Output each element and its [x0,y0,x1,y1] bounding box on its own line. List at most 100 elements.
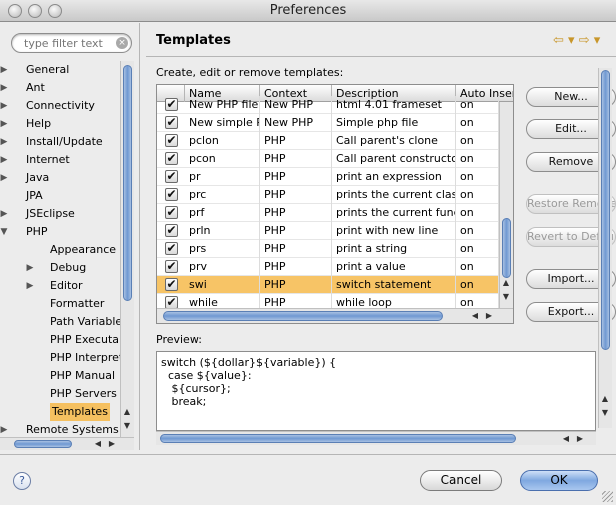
tree-item-appearance[interactable]: Appearance [0,241,120,259]
disclosure-collapsed-icon[interactable]: ▶ [0,169,9,187]
disclosure-collapsed-icon[interactable]: ▶ [0,79,9,97]
table-scroll-left-arrow-icon[interactable]: ◀ [469,311,481,320]
tree-item-connectivity[interactable]: ▶ Connectivity [0,97,120,115]
scroll-right-arrow-icon[interactable]: ▶ [106,439,118,448]
clear-filter-icon[interactable]: × [116,37,128,49]
enabled-checkbox[interactable]: ✔ [165,98,178,111]
cell-auto: on [456,204,499,222]
filter-field[interactable]: × [11,33,132,53]
ok-button[interactable]: OK [520,470,598,491]
tree-horizontal-scrollbar[interactable]: ◀ ▶ [0,437,134,450]
enabled-checkbox[interactable]: ✔ [165,260,178,273]
page-scroll-left-arrow-icon[interactable]: ◀ [560,434,572,443]
tree-item-ant[interactable]: ▶ Ant [0,79,120,97]
table-vertical-scrollbar[interactable]: ▲ ▼ [499,102,513,308]
tree-item-label: Help [26,117,52,130]
templates-table: Name Context Description Auto Inser ✔ New… [156,84,514,324]
tree-horizontal-scroll-thumb[interactable] [14,440,72,448]
table-row[interactable]: ✔ prf PHP prints the current func on [157,204,499,222]
tree-item-php-interpret[interactable]: PHP Interpret [0,349,120,367]
tree-item-internet[interactable]: ▶ Internet [0,151,120,169]
tree-item-php[interactable]: ▼ PHP [0,223,120,241]
tree-item-editor[interactable]: ▶ Editor [0,277,120,295]
disclosure-collapsed-icon[interactable]: ▶ [0,421,9,437]
tree-item-php-manual[interactable]: PHP Manual [0,367,120,385]
enabled-checkbox[interactable]: ✔ [165,152,178,165]
tree-vertical-scrollbar[interactable]: ▲ ▼ [120,61,134,437]
enabled-checkbox[interactable]: ✔ [165,188,178,201]
tree-item-debug[interactable]: ▶ Debug [0,259,120,277]
page-vertical-scroll-thumb[interactable] [601,70,610,350]
tree-item-jseclipse[interactable]: ▶ JSEclipse [0,205,120,223]
page-vertical-scrollbar[interactable]: ▲ ▼ [598,68,612,428]
page-scroll-up-arrow-icon[interactable]: ▲ [599,394,611,403]
page-scroll-right-arrow-icon[interactable]: ▶ [574,434,586,443]
disclosure-expanded-icon[interactable]: ▼ [0,223,9,241]
disclosure-collapsed-icon[interactable]: ▶ [0,115,9,133]
page-horizontal-scroll-thumb[interactable] [160,434,516,443]
tree-item-path-variable[interactable]: Path Variable [0,313,120,331]
cell-name: pcon [185,150,260,168]
tree-item-jpa[interactable]: JPA [0,187,120,205]
forward-arrow-icon[interactable]: ⇨ ▾ [579,33,601,48]
page-scroll-down-arrow-icon[interactable]: ▼ [599,408,611,417]
tree-item-help[interactable]: ▶ Help [0,115,120,133]
filter-input[interactable] [22,36,112,51]
enabled-checkbox[interactable]: ✔ [165,206,178,219]
tree-item-php-servers[interactable]: PHP Servers [0,385,120,403]
table-row[interactable]: ✔ pcon PHP Call parent constructo on [157,150,499,168]
resize-grip-icon[interactable] [602,491,613,502]
table-row[interactable]: ✔ swi PHP switch statement on [157,276,499,294]
tree-item-install-update[interactable]: ▶ Install/Update [0,133,120,151]
preview-text: switch (${dollar}${variable}) { case ${v… [161,356,337,408]
table-row[interactable]: ✔ pclon PHP Call parent's clone on [157,132,499,150]
table-row[interactable]: ✔ prs PHP print a string on [157,240,499,258]
enabled-checkbox[interactable]: ✔ [165,224,178,237]
back-arrow-icon[interactable]: ⇦ ▾ [553,33,575,48]
tree-item-remote-systems[interactable]: ▶ Remote Systems [0,421,120,437]
disclosure-collapsed-icon[interactable]: ▶ [0,205,9,223]
tree-item-general[interactable]: ▶ General [0,61,120,79]
table-row[interactable]: ✔ pr PHP print an expression on [157,168,499,186]
table-row[interactable]: ✔ prc PHP prints the current clas on [157,186,499,204]
cell-description: print a value [332,258,456,276]
enabled-checkbox[interactable]: ✔ [165,278,178,291]
table-row[interactable]: ✔ prln PHP print with new line on [157,222,499,240]
tree-vertical-scroll-thumb[interactable] [123,65,132,301]
tree-item-php-executab[interactable]: PHP Executab [0,331,120,349]
table-scroll-down-arrow-icon[interactable]: ▼ [500,292,512,301]
tree-item-java[interactable]: ▶ Java [0,169,120,187]
enabled-checkbox[interactable]: ✔ [165,170,178,183]
tree-item-templates[interactable]: Templates [0,403,120,421]
tree-item-formatter[interactable]: Formatter [0,295,120,313]
enabled-checkbox[interactable]: ✔ [165,116,178,129]
table-row[interactable]: ✔ prv PHP print a value on [157,258,499,276]
tree-item-label: Appearance [50,243,117,256]
disclosure-collapsed-icon[interactable]: ▶ [0,151,9,169]
table-row[interactable]: ✔ New simple PI New PHP Simple php file on [157,114,499,132]
scroll-up-arrow-icon[interactable]: ▲ [121,407,133,416]
tree-item-label: Connectivity [26,99,95,112]
table-horizontal-scroll-thumb[interactable] [163,311,443,321]
scroll-left-arrow-icon[interactable]: ◀ [92,439,104,448]
enabled-checkbox[interactable]: ✔ [165,242,178,255]
table-vertical-scroll-thumb[interactable] [502,218,511,278]
disclosure-collapsed-icon[interactable]: ▶ [25,277,35,295]
enabled-checkbox[interactable]: ✔ [165,134,178,147]
cell-context: PHP [260,258,332,276]
page-horizontal-scrollbar[interactable]: ◀ ▶ [156,431,596,445]
table-row[interactable]: ✔ New PHP file - New PHP html 4.01 frameset… [157,96,499,114]
table-scroll-up-arrow-icon[interactable]: ▲ [500,278,512,287]
help-icon[interactable]: ? [13,472,31,490]
disclosure-collapsed-icon[interactable]: ▶ [0,97,9,115]
disclosure-collapsed-icon[interactable]: ▶ [0,61,9,79]
disclosure-collapsed-icon[interactable]: ▶ [25,259,35,277]
cell-auto: on [456,222,499,240]
disclosure-collapsed-icon[interactable]: ▶ [0,133,9,151]
table-horizontal-scrollbar[interactable]: ◀ ▶ [157,308,513,323]
cancel-button[interactable]: Cancel [420,470,502,491]
table-scroll-right-arrow-icon[interactable]: ▶ [483,311,495,320]
title-bar: Preferences [0,0,616,22]
templates-description: Create, edit or remove templates: [156,66,344,79]
scroll-down-arrow-icon[interactable]: ▼ [121,421,133,430]
